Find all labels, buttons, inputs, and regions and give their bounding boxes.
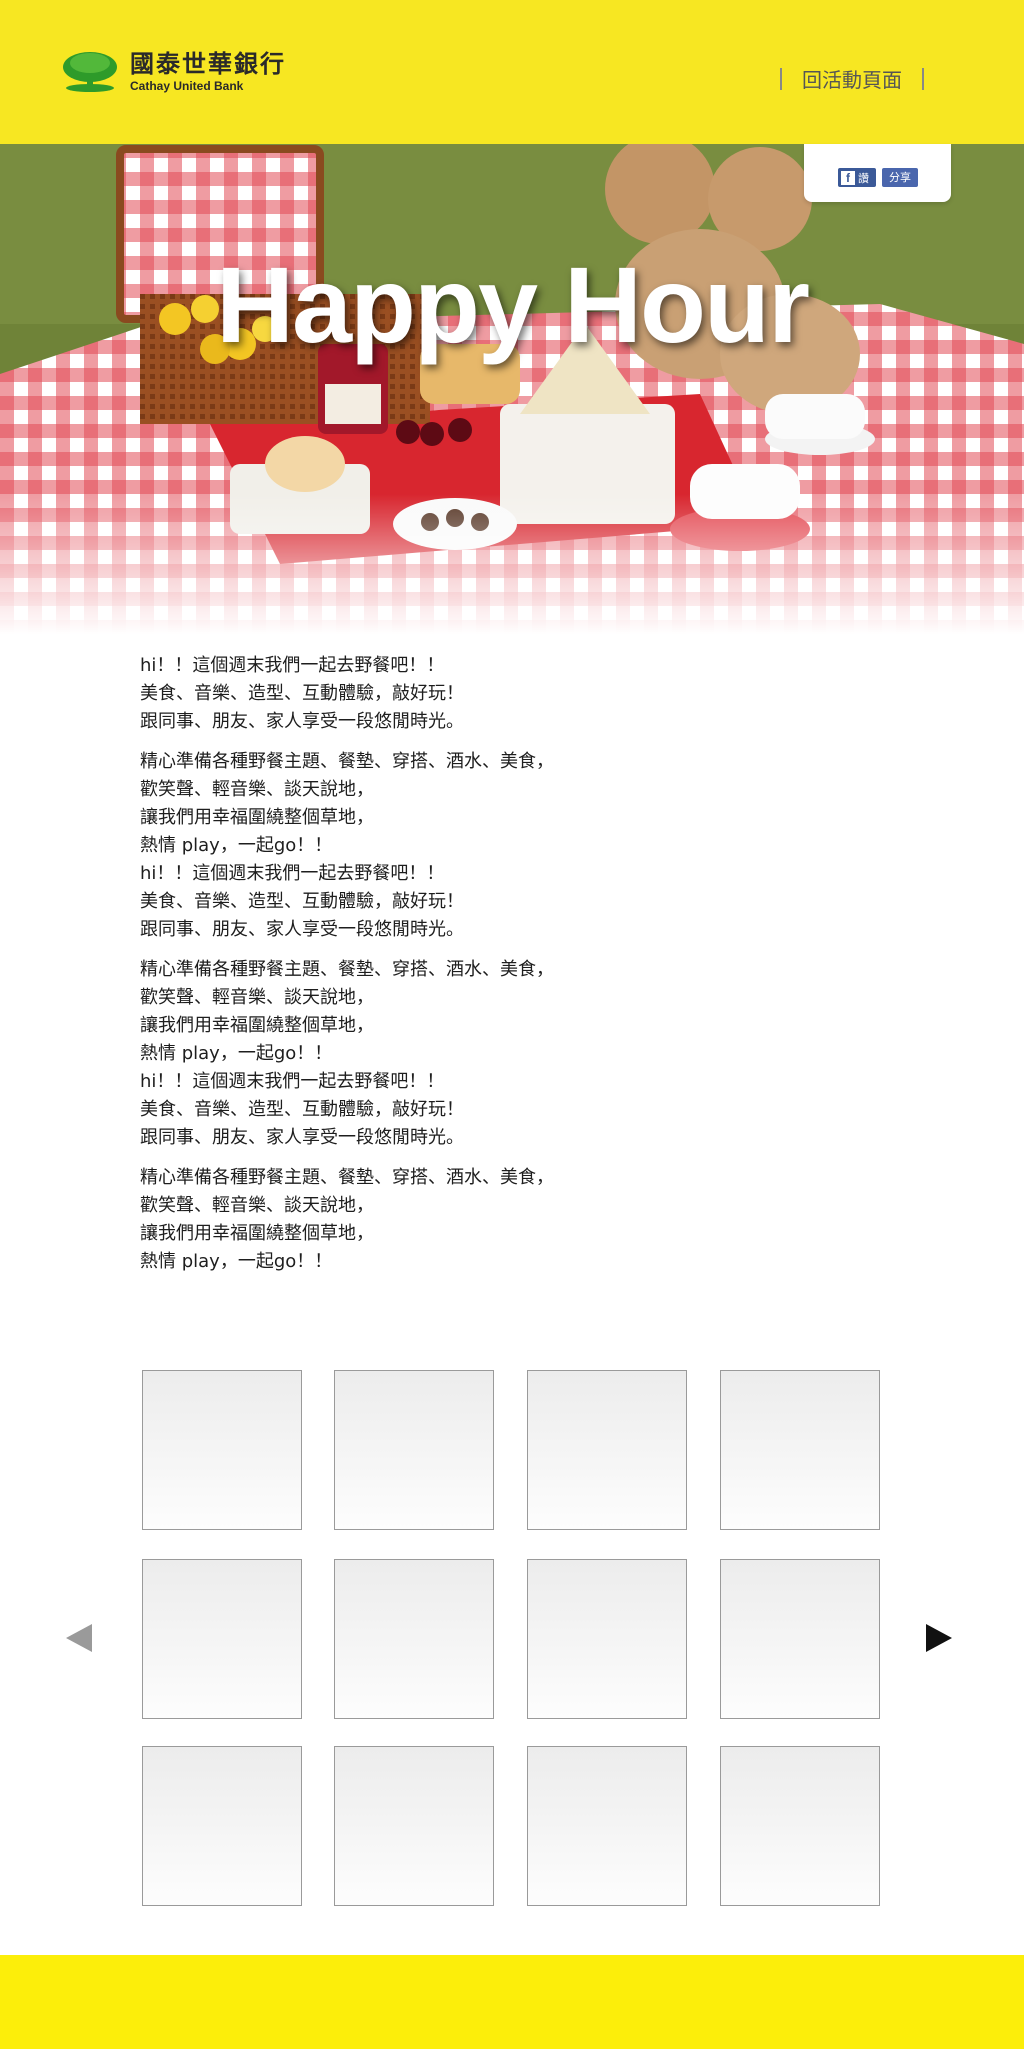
- article-line: 跟同事、朋友、家人享受一段悠閒時光。: [140, 711, 464, 732]
- gallery-thumbnail[interactable]: [720, 1370, 880, 1530]
- article-line: 熱情 play，一起go！！: [140, 835, 333, 856]
- article-line: 熱情 play，一起go！！: [140, 1251, 333, 1272]
- divider: [780, 67, 782, 90]
- facebook-like-button[interactable]: f 讚: [838, 168, 876, 187]
- hero-title: Happy Hour: [215, 244, 810, 365]
- gallery-thumbnail[interactable]: [334, 1746, 494, 1906]
- bank-name-en: Cathay United Bank: [130, 79, 244, 93]
- social-share-box: f 讚 分享: [804, 144, 951, 202]
- bank-logo[interactable]: 國泰世華銀行 Cathay United Bank: [62, 50, 286, 94]
- tree-logo-icon: [62, 51, 118, 93]
- page-header: 國泰世華銀行 Cathay United Bank 回活動頁面: [0, 0, 1024, 145]
- gallery-thumbnail[interactable]: [527, 1746, 687, 1906]
- arrow-right-icon[interactable]: [926, 1624, 952, 1652]
- article-line: 美食、音樂、造型、互動體驗，敲好玩！: [140, 891, 464, 912]
- article-line: 精心準備各種野餐主題、餐墊、穿搭、酒水、美食，: [140, 959, 554, 980]
- article-line: 精心準備各種野餐主題、餐墊、穿搭、酒水、美食，: [140, 751, 554, 772]
- hero-banner: Happy Hour: [0, 144, 1024, 634]
- article-paragraph: 精心準備各種野餐主題、餐墊、穿搭、酒水、美食， 歡笑聲、輕音樂、談天說地， 讓我們用…: [140, 748, 900, 944]
- photo-gallery: [0, 1370, 1024, 1910]
- facebook-icon: f: [841, 170, 855, 185]
- article-line: 跟同事、朋友、家人享受一段悠閒時光。: [140, 919, 464, 940]
- page-footer: [0, 1955, 1024, 2049]
- back-link-group: 回活動頁面: [760, 64, 944, 93]
- article-line: 美食、音樂、造型、互動體驗，敲好玩！: [140, 1099, 464, 1120]
- article-content: hi！！這個週末我們一起去野餐吧！！ 美食、音樂、造型、互動體驗，敲好玩！ 跟同事、…: [140, 652, 900, 1276]
- gallery-thumbnail[interactable]: [527, 1370, 687, 1530]
- article-line: hi！！這個週末我們一起去野餐吧！！: [140, 655, 445, 676]
- gallery-thumbnail[interactable]: [142, 1746, 302, 1906]
- article-line: 精心準備各種野餐主題、餐墊、穿搭、酒水、美食，: [140, 1167, 554, 1188]
- facebook-share-button[interactable]: 分享: [882, 168, 918, 187]
- article-line: 歡笑聲、輕音樂、談天說地，: [140, 1195, 374, 1216]
- article-line: 歡笑聲、輕音樂、談天說地，: [140, 779, 374, 800]
- gallery-thumbnail[interactable]: [720, 1746, 880, 1906]
- divider: [922, 67, 924, 90]
- article-line: 讓我們用幸福圍繞整個草地，: [140, 807, 374, 828]
- hero-fade-overlay: [0, 494, 1024, 634]
- bank-name-zh: 國泰世華銀行: [130, 50, 286, 78]
- article-line: hi！！這個週末我們一起去野餐吧！！: [140, 1071, 445, 1092]
- article-line: 熱情 play，一起go！！: [140, 1043, 333, 1064]
- article-paragraph: 精心準備各種野餐主題、餐墊、穿搭、酒水、美食， 歡笑聲、輕音樂、談天說地， 讓我們用…: [140, 1164, 900, 1276]
- gallery-thumbnail[interactable]: [720, 1559, 880, 1719]
- article-line: 歡笑聲、輕音樂、談天說地，: [140, 987, 374, 1008]
- gallery-thumbnail[interactable]: [527, 1559, 687, 1719]
- article-line: hi！！這個週末我們一起去野餐吧！！: [140, 863, 445, 884]
- article-line: 跟同事、朋友、家人享受一段悠閒時光。: [140, 1127, 464, 1148]
- article-line: 讓我們用幸福圍繞整個草地，: [140, 1015, 374, 1036]
- gallery-thumbnail[interactable]: [142, 1559, 302, 1719]
- back-to-event-link[interactable]: 回活動頁面: [802, 64, 902, 93]
- gallery-thumbnail[interactable]: [334, 1370, 494, 1530]
- gallery-thumbnail[interactable]: [142, 1370, 302, 1530]
- gallery-thumbnail[interactable]: [334, 1559, 494, 1719]
- article-paragraph: hi！！這個週末我們一起去野餐吧！！ 美食、音樂、造型、互動體驗，敲好玩！ 跟同事、…: [140, 652, 900, 736]
- article-paragraph: 精心準備各種野餐主題、餐墊、穿搭、酒水、美食， 歡笑聲、輕音樂、談天說地， 讓我們用…: [140, 956, 900, 1152]
- like-label: 讚: [858, 171, 869, 185]
- article-line: 美食、音樂、造型、互動體驗，敲好玩！: [140, 683, 464, 704]
- article-line: 讓我們用幸福圍繞整個草地，: [140, 1223, 374, 1244]
- arrow-left-icon[interactable]: [66, 1624, 92, 1652]
